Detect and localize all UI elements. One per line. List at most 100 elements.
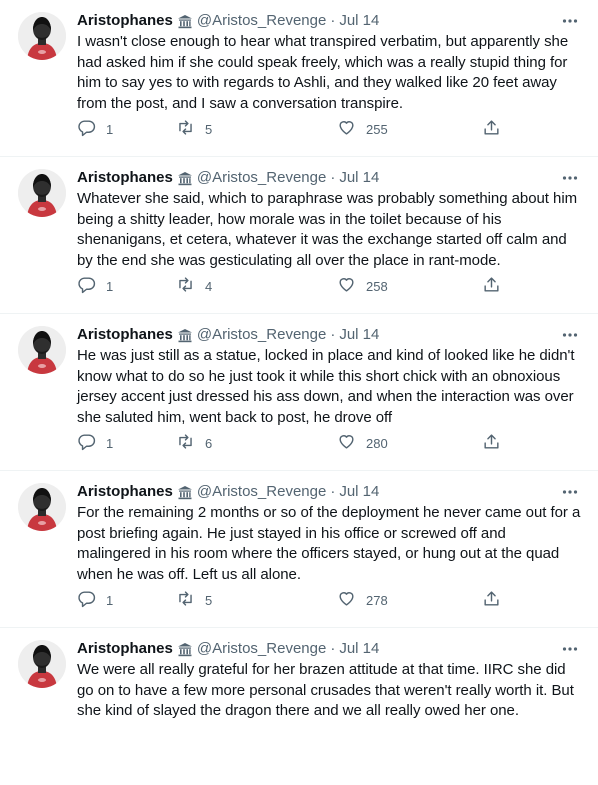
- like-icon: [337, 275, 356, 297]
- reply-button[interactable]: 1: [77, 588, 113, 612]
- reply-icon: [77, 432, 96, 454]
- retweet-count: 6: [205, 435, 213, 451]
- avatar[interactable]: [18, 12, 66, 60]
- display-name[interactable]: Aristophanes: [77, 168, 173, 188]
- tweet-date[interactable]: Jul 14: [339, 639, 379, 659]
- share-button[interactable]: [482, 117, 501, 141]
- bust-statue-icon: [18, 326, 66, 374]
- reply-count: 1: [106, 121, 114, 137]
- avatar[interactable]: [18, 640, 66, 688]
- more-icon[interactable]: [558, 167, 582, 189]
- tweet-header: Aristophanes @Aristos_Revenge · Jul 14: [77, 638, 582, 660]
- display-name[interactable]: Aristophanes: [77, 11, 173, 31]
- reply-icon: [77, 589, 96, 611]
- separator: ·: [330, 483, 336, 500]
- tweet-actions: 1 5 255: [77, 117, 517, 141]
- tweet-text: I wasn't close enough to hear what trans…: [77, 33, 569, 113]
- tweet-header: Aristophanes @Aristos_Revenge · Jul 14: [77, 324, 582, 346]
- share-icon: [482, 118, 501, 140]
- tweet-date[interactable]: Jul 14: [339, 325, 379, 345]
- separator: ·: [330, 326, 336, 343]
- like-button[interactable]: 255: [337, 117, 388, 141]
- more-icon[interactable]: [558, 10, 582, 32]
- government-badge-icon: [177, 328, 193, 344]
- tweet-text: For the remaining 2 months or so of the …: [77, 504, 581, 584]
- like-count: 278: [366, 592, 388, 608]
- like-button[interactable]: 258: [337, 274, 388, 298]
- government-badge-icon: [177, 642, 193, 658]
- tweet-text: He was just still as a statue, locked in…: [77, 347, 575, 427]
- user-handle[interactable]: @Aristos_Revenge: [197, 639, 326, 659]
- display-name[interactable]: Aristophanes: [77, 482, 173, 502]
- reply-icon: [77, 275, 96, 297]
- display-name[interactable]: Aristophanes: [77, 325, 173, 345]
- reply-button[interactable]: 1: [77, 117, 113, 141]
- government-badge-icon: [177, 14, 193, 30]
- retweet-button[interactable]: 5: [176, 588, 212, 612]
- like-button[interactable]: 278: [337, 588, 388, 612]
- tweet-date[interactable]: Jul 14: [339, 168, 379, 188]
- tweet-header: Aristophanes @Aristos_Revenge · Jul 14: [77, 481, 582, 503]
- avatar[interactable]: [18, 483, 66, 531]
- tweet[interactable]: Aristophanes @Aristos_Revenge · Jul 14 I…: [0, 0, 598, 157]
- user-handle[interactable]: @Aristos_Revenge: [197, 11, 326, 31]
- retweet-count: 5: [205, 592, 213, 608]
- user-handle[interactable]: @Aristos_Revenge: [197, 168, 326, 188]
- more-icon[interactable]: [558, 481, 582, 503]
- government-badge-icon: [177, 485, 193, 501]
- tweet[interactable]: Aristophanes @Aristos_Revenge · Jul 14 W…: [0, 157, 598, 314]
- display-name[interactable]: Aristophanes: [77, 639, 173, 659]
- tweet[interactable]: Aristophanes @Aristos_Revenge · Jul 14 H…: [0, 314, 598, 471]
- share-icon: [482, 589, 501, 611]
- reply-count: 1: [106, 592, 114, 608]
- separator: ·: [330, 640, 336, 657]
- bust-statue-icon: [18, 483, 66, 531]
- like-count: 258: [366, 278, 388, 294]
- share-button[interactable]: [482, 431, 501, 455]
- retweet-icon: [176, 118, 195, 140]
- tweet[interactable]: Aristophanes @Aristos_Revenge · Jul 14 F…: [0, 471, 598, 628]
- more-icon[interactable]: [558, 638, 582, 660]
- user-handle[interactable]: @Aristos_Revenge: [197, 482, 326, 502]
- retweet-button[interactable]: 5: [176, 117, 212, 141]
- like-icon: [337, 589, 356, 611]
- retweet-icon: [176, 275, 195, 297]
- tweet-date[interactable]: Jul 14: [339, 482, 379, 502]
- share-icon: [482, 275, 501, 297]
- tweet[interactable]: Aristophanes @Aristos_Revenge · Jul 14 W…: [0, 628, 598, 785]
- tweet-header: Aristophanes @Aristos_Revenge · Jul 14: [77, 10, 582, 32]
- more-icon[interactable]: [558, 324, 582, 346]
- reply-button[interactable]: 1: [77, 431, 113, 455]
- user-handle[interactable]: @Aristos_Revenge: [197, 325, 326, 345]
- tweet-actions: 1 6 280: [77, 431, 517, 455]
- tweet-date[interactable]: Jul 14: [339, 11, 379, 31]
- retweet-button[interactable]: 4: [176, 274, 212, 298]
- reply-count: 1: [106, 435, 114, 451]
- like-count: 280: [366, 435, 388, 451]
- retweet-count: 5: [205, 121, 213, 137]
- like-icon: [337, 118, 356, 140]
- retweet-icon: [176, 432, 195, 454]
- tweet-actions: 1 5 278: [77, 588, 517, 612]
- tweet-thread: Aristophanes @Aristos_Revenge · Jul 14 I…: [0, 0, 598, 785]
- tweet-text: We were all really grateful for her braz…: [77, 661, 574, 720]
- separator: ·: [330, 169, 336, 186]
- share-button[interactable]: [482, 588, 501, 612]
- retweet-button[interactable]: 6: [176, 431, 212, 455]
- reply-icon: [77, 118, 96, 140]
- reply-button[interactable]: 1: [77, 274, 113, 298]
- like-button[interactable]: 280: [337, 431, 388, 455]
- separator: ·: [330, 12, 336, 29]
- like-icon: [337, 432, 356, 454]
- bust-statue-icon: [18, 640, 66, 688]
- avatar[interactable]: [18, 169, 66, 217]
- retweet-icon: [176, 589, 195, 611]
- share-button[interactable]: [482, 274, 501, 298]
- tweet-actions: 1 4 258: [77, 274, 517, 298]
- share-icon: [482, 432, 501, 454]
- bust-statue-icon: [18, 169, 66, 217]
- like-count: 255: [366, 121, 388, 137]
- avatar[interactable]: [18, 326, 66, 374]
- reply-count: 1: [106, 278, 114, 294]
- tweet-header: Aristophanes @Aristos_Revenge · Jul 14: [77, 167, 582, 189]
